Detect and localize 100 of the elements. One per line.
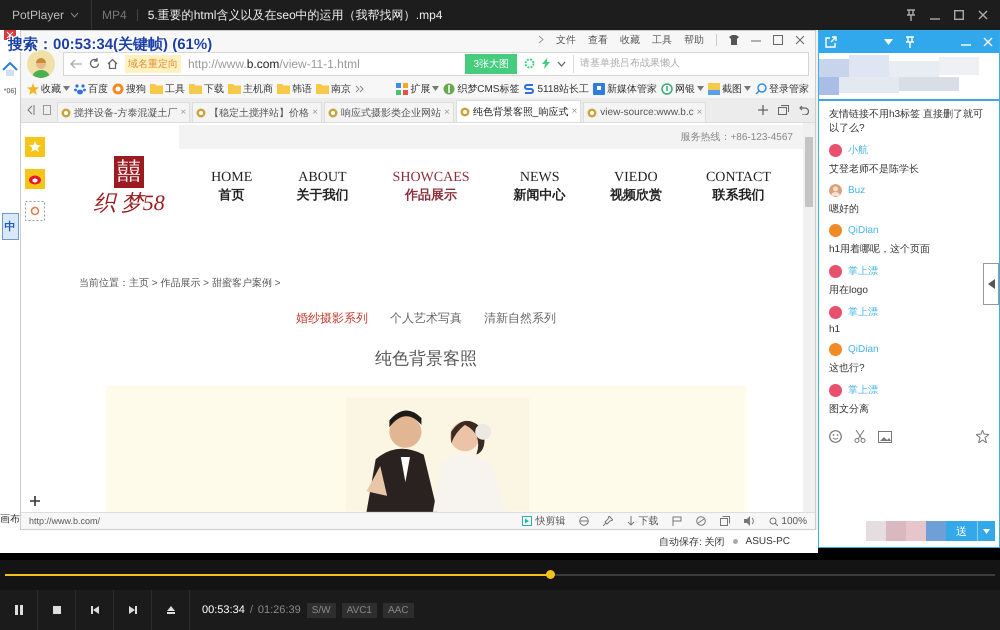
next-icon[interactable] — [128, 605, 138, 615]
clip-icon[interactable] — [522, 516, 532, 526]
avatar-dot[interactable] — [829, 384, 842, 396]
bookmark-link[interactable]: 登录管家 — [769, 82, 809, 96]
chevron-down-icon[interactable] — [557, 60, 566, 67]
plus-icon[interactable] — [30, 496, 40, 506]
caret-icon[interactable] — [744, 86, 751, 92]
image-icon[interactable] — [878, 430, 892, 442]
volume-icon[interactable] — [744, 516, 756, 526]
bookmark-link[interactable]: 南京 — [331, 82, 351, 96]
scissors-icon[interactable] — [854, 430, 866, 443]
clip-link[interactable]: 快剪辑 — [535, 514, 566, 528]
browser-tab[interactable]: 纯色背景客照_响应式 × — [456, 100, 582, 122]
avatar-dot[interactable] — [829, 306, 842, 318]
bookmark-link[interactable]: 百度 — [88, 82, 108, 96]
pin-icon[interactable] — [603, 516, 614, 526]
smiley-icon[interactable] — [829, 430, 842, 443]
category-link[interactable]: 个人艺术写真 — [390, 310, 462, 328]
maximize-icon[interactable] — [773, 34, 783, 45]
eject-icon[interactable] — [166, 605, 176, 615]
restore-icon[interactable] — [778, 105, 789, 116]
chevron-right-icon[interactable] — [538, 35, 544, 44]
nav-link[interactable]: CONTACT 联系我们 — [706, 170, 771, 204]
bookmark-link[interactable]: 韩语 — [292, 82, 312, 96]
browser-tab[interactable]: 搅拌设备-方泰混凝土厂 × — [57, 102, 190, 122]
category-link[interactable]: 清新自然系列 — [484, 310, 556, 328]
browser-tab[interactable]: 响应式摄影类企业网站 × — [324, 102, 454, 122]
globe-icon[interactable] — [579, 516, 590, 526]
avatar-dot[interactable] — [829, 144, 842, 156]
download-link[interactable]: 下载 — [638, 514, 658, 528]
app-name[interactable]: PotPlayer — [12, 8, 64, 22]
browser-tab[interactable]: 【稳定土搅拌站】价格 × — [192, 102, 322, 122]
bookmark-link[interactable]: 工具 — [165, 82, 185, 96]
nav-link[interactable]: HOME 首页 — [211, 170, 252, 204]
share-icon[interactable] — [825, 36, 837, 48]
close-icon[interactable] — [795, 34, 805, 45]
bookmark-link[interactable]: 网银 — [675, 82, 695, 96]
collapse-tab[interactable] — [983, 263, 999, 305]
flag-icon[interactable] — [672, 516, 682, 526]
shirt-icon[interactable] — [729, 34, 739, 45]
avatar-dot[interactable] — [829, 264, 842, 278]
bookmark-link[interactable]: 新媒体管家 — [607, 82, 657, 96]
globe-icon[interactable] — [696, 516, 706, 526]
home-icon[interactable] — [107, 58, 118, 70]
site-logo[interactable]: 囍 织 梦58 — [69, 156, 189, 218]
zoom-level[interactable]: 100% — [781, 516, 807, 527]
pause-icon[interactable] — [14, 604, 24, 616]
caret-icon[interactable] — [697, 86, 704, 92]
codec-label[interactable]: AAC — [383, 602, 414, 618]
refresh-icon[interactable] — [89, 58, 100, 70]
category-link[interactable]: 婚纱摄影系列 — [296, 310, 368, 328]
codec-label[interactable]: S/W — [306, 602, 336, 618]
seek-handle[interactable] — [546, 570, 554, 579]
previous-icon[interactable] — [90, 605, 100, 615]
stop-icon[interactable] — [52, 605, 62, 615]
maximize-icon[interactable] — [954, 9, 964, 21]
chevron-down-icon[interactable] — [70, 12, 80, 18]
back-icon[interactable] — [70, 58, 82, 69]
caret-icon[interactable] — [884, 39, 892, 45]
bookmark-link[interactable]: 织梦CMS标签 — [457, 82, 520, 96]
copy-icon[interactable] — [720, 516, 730, 526]
ime-indicator[interactable]: 中 — [2, 213, 18, 240]
menu-item[interactable]: 收藏 — [620, 32, 640, 47]
bookmark-link[interactable]: 下载 — [204, 82, 224, 96]
caret-icon[interactable] — [63, 86, 70, 92]
send-options-button[interactable] — [977, 521, 995, 541]
close-icon[interactable] — [978, 9, 988, 21]
codec-label[interactable]: AVC1 — [342, 602, 377, 618]
menu-item[interactable]: 工具 — [652, 32, 672, 47]
avatar-dot[interactable] — [829, 343, 842, 356]
weibo-icon[interactable] — [25, 169, 45, 190]
bookmark-link[interactable]: 5118站长工 — [537, 82, 589, 96]
sidebar-toggle-icon[interactable] — [27, 105, 35, 116]
pin-icon[interactable] — [906, 9, 916, 21]
scrollbar[interactable] — [803, 123, 815, 512]
user-avatar[interactable] — [829, 184, 842, 197]
bookmark-link[interactable]: 收藏 — [41, 82, 61, 96]
nav-link[interactable]: NEWS 新闻中心 — [514, 170, 566, 204]
caret-icon[interactable] — [432, 86, 440, 92]
menu-item[interactable]: 帮助 — [684, 32, 704, 47]
bookmark-link[interactable]: 扩展 — [410, 82, 430, 96]
menu-item[interactable]: 文件 — [556, 32, 576, 47]
avatar-dot[interactable] — [829, 224, 842, 237]
document-icon[interactable] — [43, 105, 51, 116]
download-icon[interactable] — [627, 516, 636, 526]
bookmark-link[interactable]: 截图 — [722, 82, 742, 96]
more-icon[interactable] — [355, 84, 364, 93]
browser-tab[interactable]: view-source:www.b.c × — [583, 102, 706, 122]
undo-icon[interactable] — [799, 105, 809, 116]
address-bar[interactable]: 域名重定向 http://www.b.com/view-11-1.html 3张大图 请基单挑吕布战果懒人 — [63, 52, 809, 76]
bookmark-link[interactable]: 搜狗 — [126, 82, 146, 96]
zoom-icon[interactable] — [769, 516, 778, 526]
nav-link[interactable]: ABOUT 关于我们 — [296, 170, 348, 204]
email-icon[interactable] — [25, 201, 45, 222]
user-avatar[interactable] — [27, 50, 55, 78]
nav-link[interactable]: SHOWCAES 作品展示 — [392, 170, 470, 204]
caret-icon[interactable] — [983, 528, 990, 534]
bookmark-link[interactable]: 主机商 — [243, 82, 273, 96]
nav-link[interactable]: VIEDO 视频欣赏 — [610, 170, 662, 204]
menu-item[interactable]: 查看 — [588, 32, 608, 47]
